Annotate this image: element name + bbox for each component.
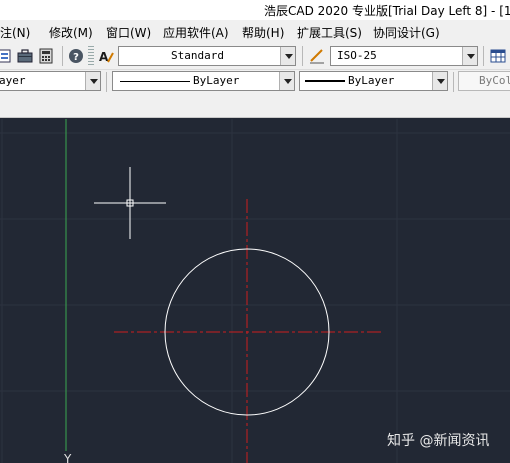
help-icon[interactable]: ? bbox=[68, 48, 84, 64]
toolbar-separator bbox=[62, 46, 63, 66]
table-style-icon[interactable] bbox=[490, 48, 506, 64]
text-style-value: Standard bbox=[171, 49, 224, 62]
toolbar-separator bbox=[106, 72, 107, 92]
svg-text:?: ? bbox=[73, 52, 79, 63]
standard-toolbar: ? A Standard ISO-25 bbox=[0, 42, 510, 70]
window-title: 浩辰CAD 2020 专业版[Trial Day Left 8] - [1 bbox=[264, 4, 510, 18]
toolbar-separator bbox=[483, 46, 484, 66]
chevron-down-icon[interactable] bbox=[279, 72, 294, 90]
properties-toolbar: ayer ByLayer ByLayer ByCol bbox=[0, 70, 510, 94]
toolbar-separator bbox=[302, 46, 303, 66]
menu-bar: 标注(N) 修改(M) 窗口(W) 应用软件(A) 帮助(H) 扩展工具(S) … bbox=[0, 20, 510, 42]
canvas-background bbox=[0, 119, 510, 463]
plot-style-value: ByCol bbox=[479, 74, 510, 87]
linetype-dropdown[interactable]: ByLayer bbox=[112, 71, 295, 91]
dimension-style-dropdown[interactable]: ISO-25 bbox=[330, 46, 478, 66]
ucs-y-label: Y bbox=[63, 452, 72, 463]
menu-help[interactable]: 帮助(H) bbox=[242, 24, 284, 41]
toolbar-grip[interactable] bbox=[88, 46, 94, 66]
text-style-dropdown[interactable]: Standard bbox=[118, 46, 296, 66]
text-style-icon[interactable]: A bbox=[98, 48, 114, 64]
toolbar-separator bbox=[453, 72, 454, 92]
linetype-value: ByLayer bbox=[193, 74, 240, 87]
svg-text:A: A bbox=[99, 50, 109, 64]
empty-toolbar-strip bbox=[0, 94, 510, 118]
layer-dropdown[interactable]: ayer bbox=[0, 71, 101, 91]
chevron-down-icon[interactable] bbox=[432, 72, 447, 90]
lineweight-dropdown[interactable]: ByLayer bbox=[299, 71, 448, 91]
linetype-preview bbox=[120, 81, 190, 82]
drawing-canvas[interactable]: Y bbox=[0, 119, 510, 463]
plot-style-dropdown[interactable]: ByCol bbox=[458, 71, 510, 91]
layer-icon[interactable] bbox=[0, 48, 14, 64]
watermark: 知乎 @新闻资讯 bbox=[387, 433, 490, 449]
dimension-style-value: ISO-25 bbox=[337, 49, 377, 62]
menu-extension-tools[interactable]: 扩展工具(S) bbox=[297, 24, 362, 41]
title-bar: 浩辰CAD 2020 专业版[Trial Day Left 8] - [1 bbox=[0, 0, 510, 20]
dim-style-icon[interactable] bbox=[309, 48, 325, 64]
briefcase-icon[interactable] bbox=[17, 48, 33, 64]
menu-applications[interactable]: 应用软件(A) bbox=[163, 24, 229, 41]
chevron-down-icon[interactable] bbox=[462, 47, 477, 65]
calculator-icon[interactable] bbox=[38, 48, 54, 64]
menu-modify[interactable]: 修改(M) bbox=[49, 24, 93, 41]
menu-dimension[interactable]: 标注(N) bbox=[0, 24, 30, 41]
lineweight-preview bbox=[305, 80, 345, 82]
chevron-down-icon[interactable] bbox=[85, 72, 100, 90]
menu-window[interactable]: 窗口(W) bbox=[106, 24, 151, 41]
chevron-down-icon[interactable] bbox=[280, 47, 295, 65]
layer-value: ayer bbox=[0, 74, 26, 87]
lineweight-value: ByLayer bbox=[348, 74, 395, 87]
menu-collaboration[interactable]: 协同设计(G) bbox=[373, 24, 440, 41]
